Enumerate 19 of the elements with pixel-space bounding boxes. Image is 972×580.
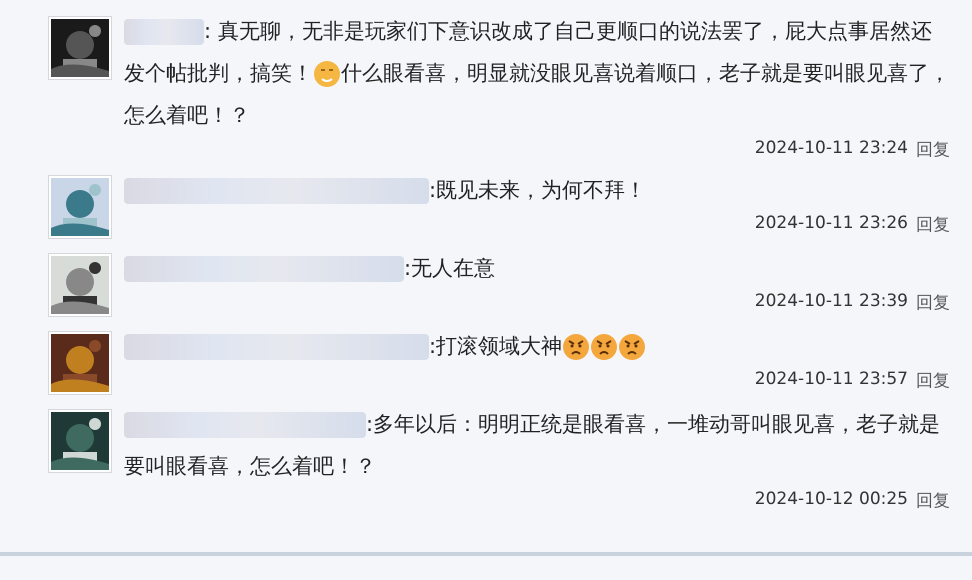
reply-link[interactable]: 回复 [916, 213, 950, 236]
comment-text: :既见未来，为何不拜！ [124, 169, 950, 211]
smiley-emoji-icon [313, 60, 341, 88]
comment-text: :无人在意 [124, 247, 950, 289]
comment-time: 2024-10-11 23:26 [754, 213, 908, 235]
comment-time: 2024-10-11 23:24 [754, 138, 908, 160]
comment-time: 2024-10-11 23:39 [754, 291, 908, 313]
reply-link[interactable]: 回复 [916, 291, 950, 314]
reply-link[interactable]: 回复 [916, 138, 950, 161]
reply-link[interactable]: 回复 [916, 489, 950, 512]
comment-time: 2024-10-11 23:57 [754, 369, 908, 391]
reply-link[interactable]: 回复 [916, 369, 950, 392]
angry-emoji-icon [590, 333, 618, 362]
comment-text: :打滚领域大神 [124, 325, 950, 367]
comment-text: :多年以后：明明正统是眼看喜，一堆动哥叫眼见喜，老子就是要叫眼看喜，怎么着吧！？ [124, 411, 942, 480]
comment-text: : 真无聊，无非是玩家们下意识改成了自己更顺口的说法罢了，屁大点事居然还发个帖批判，搞笑！ 什么眼看喜，明显就没眼见喜说着顺口，老子就是要叫眼见喜了，怎么着吧！？ [124, 18, 950, 129]
angry-emoji-icon [562, 333, 590, 362]
comment-time: 2024-10-12 00:25 [754, 489, 908, 511]
angry-emoji-icon [618, 333, 646, 362]
